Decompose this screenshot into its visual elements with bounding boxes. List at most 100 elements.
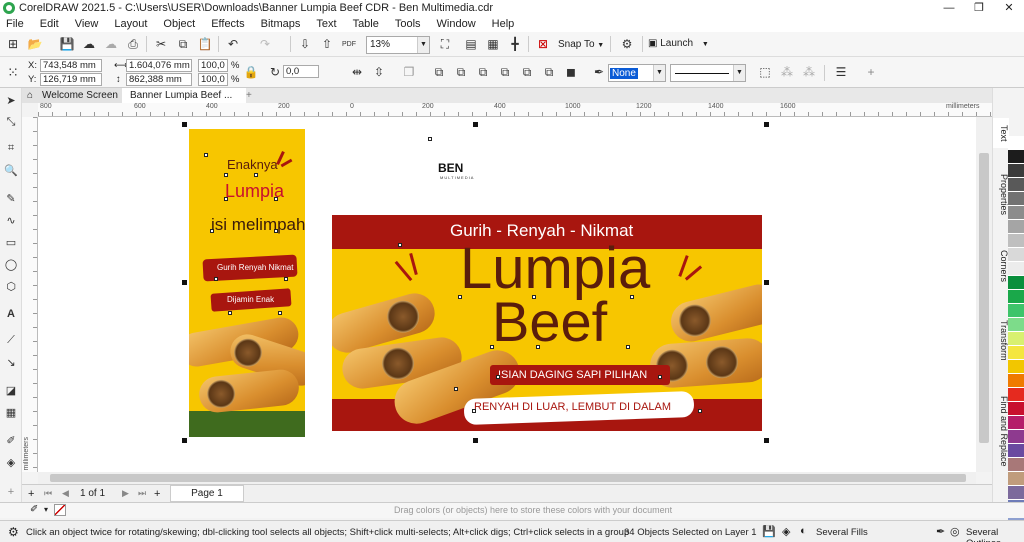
horizontal-scrollbar[interactable] [38, 472, 976, 484]
scale-height-field[interactable]: 100,0 [198, 73, 228, 86]
text-node[interactable] [626, 345, 630, 349]
mirror-horizontal-icon[interactable]: ⇹ [348, 63, 366, 81]
ellipse-tool-icon[interactable]: ◯ [3, 256, 19, 272]
new-tab-button[interactable]: + [242, 88, 262, 103]
paste-icon[interactable]: 📋 [196, 35, 214, 53]
selection-handle[interactable] [182, 438, 187, 443]
fill-icon[interactable]: ◈ [782, 525, 790, 538]
menu-bitmaps[interactable]: Bitmaps [261, 18, 301, 30]
color-swatch[interactable] [1008, 374, 1024, 388]
chevron-down-icon[interactable]: ▾ [44, 505, 48, 514]
vertical-banner[interactable]: Enaknya Lumpia isi melimpah Gurih Renyah… [189, 129, 305, 437]
last-page-icon[interactable]: ⏭ [138, 488, 146, 499]
menu-tools[interactable]: Tools [395, 18, 421, 30]
text-node[interactable] [228, 311, 232, 315]
launch-dropdown[interactable]: ▣ Launch ▼ [648, 38, 709, 49]
height-field[interactable]: 862,388 mm [126, 73, 192, 86]
color-swatch[interactable] [1008, 430, 1024, 444]
horizontal-banner-subtitle-isian[interactable]: ISIAN DAGING SAPI PILIHAN [498, 369, 647, 381]
selection-handle[interactable] [182, 122, 187, 127]
text-node[interactable] [532, 295, 536, 299]
tab-welcome-screen[interactable]: ⌂ Welcome Screen [22, 88, 122, 103]
menu-help[interactable]: Help [492, 18, 515, 30]
simplify-icon[interactable]: ⧉ [496, 63, 514, 81]
first-page-icon[interactable]: ⏮ [44, 488, 52, 499]
docker-tab-corners[interactable]: Corners [993, 246, 1009, 286]
outline-swatch-icon[interactable]: ◎ [950, 525, 960, 538]
text-node[interactable] [630, 295, 634, 299]
text-node[interactable] [274, 197, 278, 201]
text-node[interactable] [458, 295, 462, 299]
publish-pdf-icon[interactable]: PDF [340, 35, 358, 53]
color-swatch[interactable] [1008, 444, 1024, 458]
menu-table[interactable]: Table [353, 18, 379, 30]
color-swatch[interactable] [1008, 332, 1024, 346]
add-icon[interactable]: + [862, 63, 880, 81]
horizontal-banner-subtitle-renyah[interactable]: RENYAH DI LUAR, LEMBUT DI DALAM [474, 401, 671, 413]
rectangle-tool-icon[interactable]: ▭ [3, 234, 19, 250]
color-swatch[interactable] [1008, 304, 1024, 318]
text-node[interactable] [278, 311, 282, 315]
color-swatch[interactable] [1008, 388, 1024, 402]
options-gear-icon[interactable]: ⚙ [618, 35, 636, 53]
convert-to-curves-icon[interactable]: ⬚ [756, 63, 774, 81]
snap-to-dropdown[interactable]: Snap To ▼ [558, 39, 604, 50]
text-node[interactable] [214, 277, 218, 281]
snap-off-icon[interactable]: ⊠ [534, 35, 552, 53]
horizontal-banner[interactable]: Gurih - Renyah - Nikmat Lumpia Beef ISIA… [332, 215, 762, 431]
vertical-banner-text-enaknya[interactable]: Enaknya [227, 157, 278, 172]
minimize-button[interactable]: — [934, 0, 964, 16]
show-guidelines-icon[interactable]: ╋ [506, 35, 524, 53]
print-icon[interactable]: ⎙ [124, 35, 142, 53]
color-swatch[interactable] [1008, 262, 1024, 276]
front-minus-back-icon[interactable]: ⧉ [518, 63, 536, 81]
eyedropper-icon[interactable]: ✐ [30, 504, 38, 515]
zoom-tool-icon[interactable]: 🔍 [3, 162, 19, 178]
back-minus-front-icon[interactable]: ⧉ [540, 63, 558, 81]
weld-icon[interactable]: ⧉ [430, 63, 448, 81]
color-swatch[interactable] [1008, 192, 1024, 206]
color-swatch[interactable] [1008, 136, 1024, 150]
transparency-tool-icon[interactable]: ▦ [3, 404, 19, 420]
x-position-field[interactable]: 743,548 mm [40, 59, 102, 72]
parallel-dimension-icon[interactable]: ⟋ [3, 332, 19, 348]
menu-edit[interactable]: Edit [40, 18, 59, 30]
eyedropper-tool-icon[interactable]: ✐ [3, 432, 19, 448]
pick-tool-icon[interactable]: ➤ [3, 92, 19, 108]
close-button[interactable]: ✕ [994, 0, 1024, 16]
no-color-swatch[interactable] [54, 504, 66, 516]
text-node[interactable] [490, 345, 494, 349]
add-page-after-icon[interactable]: + [154, 488, 160, 500]
color-swatch[interactable] [1008, 206, 1024, 220]
crop-tool-icon[interactable]: ⌗ [3, 140, 19, 156]
color-swatch[interactable] [1008, 346, 1024, 360]
copy-icon[interactable]: ⧉ [174, 35, 192, 53]
text-node[interactable] [454, 387, 458, 391]
wrap-text-icon[interactable]: ⁂ [800, 63, 818, 81]
maximize-button[interactable]: ❐ [964, 0, 994, 16]
text-node[interactable] [698, 409, 702, 413]
outline-pen-icon[interactable]: ✒ [936, 525, 945, 538]
zoom-level-combo[interactable]: 13% ▼ [366, 36, 430, 54]
next-page-icon[interactable]: ▶ [122, 488, 129, 499]
vertical-scroll-thumb[interactable] [979, 153, 989, 443]
trim-icon[interactable]: ⧉ [452, 63, 470, 81]
color-swatch[interactable] [1008, 290, 1024, 304]
drawing-canvas[interactable]: Enaknya Lumpia isi melimpah Gurih Renyah… [38, 117, 976, 472]
import-icon[interactable]: ⇩ [296, 35, 314, 53]
vertical-banner-text-gurih[interactable]: Gurih Renyah Nikmat [217, 263, 293, 272]
text-node[interactable] [204, 153, 208, 157]
color-swatch[interactable] [1008, 276, 1024, 290]
text-node[interactable] [224, 197, 228, 201]
text-tool-icon[interactable]: A [3, 306, 19, 322]
outline-style-combo[interactable]: ▼ [670, 64, 746, 82]
save-icon[interactable]: 💾 [58, 35, 76, 53]
menu-layout[interactable]: Layout [114, 18, 147, 30]
new-document-icon[interactable]: ⊞ [4, 35, 22, 53]
cut-icon[interactable]: ✂ [152, 35, 170, 53]
export-icon[interactable]: ⇧ [318, 35, 336, 53]
menu-window[interactable]: Window [437, 18, 476, 30]
text-node[interactable] [658, 375, 662, 379]
menu-file[interactable]: File [6, 18, 24, 30]
color-swatch[interactable] [1008, 248, 1024, 262]
